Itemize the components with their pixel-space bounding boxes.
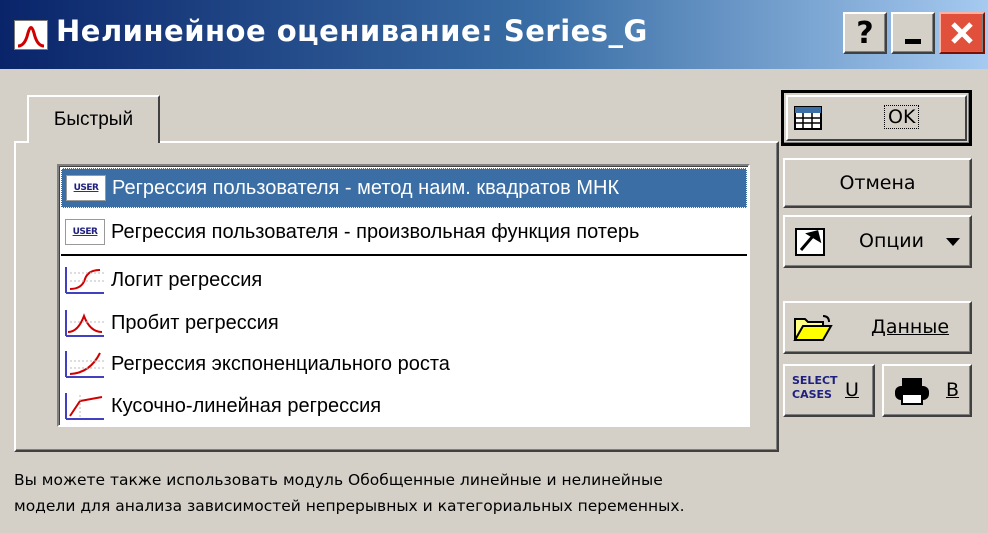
list-item-probit[interactable]: Пробит регрессия [61, 303, 747, 343]
select-cases-icon: SELECT CASES [792, 374, 838, 401]
footer-line-1: Вы можете также использовать модуль Обоб… [14, 471, 663, 489]
user-regression-icon: USER [64, 173, 108, 203]
close-icon [951, 22, 973, 44]
list-item-logit[interactable]: Логит регрессия [61, 260, 747, 300]
user-regression-icon: USER [63, 217, 107, 247]
options-button[interactable]: Опции [783, 215, 972, 268]
data-button[interactable]: Данные [783, 301, 972, 354]
open-folder-icon [793, 315, 833, 341]
close-button[interactable] [939, 12, 985, 54]
help-button[interactable]: ? [843, 12, 887, 54]
chevron-down-icon [946, 238, 960, 246]
logit-graph-icon [65, 267, 104, 294]
piecewise-graph-icon [65, 393, 104, 420]
footer-line-2: модели для анализа зависимостей непрерыв… [14, 497, 685, 515]
minimize-icon [905, 38, 921, 44]
list-item-user-loss[interactable]: USER Регрессия пользователя - произвольн… [61, 212, 747, 252]
list-item-label: Регрессия экспоненциального роста [111, 352, 450, 375]
exponential-graph-icon [65, 351, 104, 378]
minimize-button[interactable] [891, 12, 935, 54]
method-list[interactable]: USER Регрессия пользователя - метод наим… [57, 164, 750, 427]
cancel-button[interactable]: Отмена [783, 158, 972, 208]
print-button[interactable]: B [882, 364, 972, 417]
list-separator [61, 254, 747, 256]
ok-label: OK [884, 105, 920, 129]
table-icon [794, 106, 822, 130]
dialog-window: Нелинейное оценивание: Series_G ? Быстры… [0, 0, 988, 533]
list-item-label: Регрессия пользователя - произвольная фу… [111, 220, 640, 243]
list-item-label: Пробит регрессия [111, 311, 279, 334]
print-key: B [946, 379, 960, 401]
list-item-user-ols[interactable]: USER Регрессия пользователя - метод наим… [61, 168, 747, 208]
probit-graph-icon [65, 310, 104, 337]
printer-icon [895, 378, 929, 405]
select-cases-button[interactable]: SELECT CASES U [783, 364, 875, 417]
options-icon [795, 228, 825, 256]
list-item-label: Логит регрессия [111, 268, 263, 291]
options-label: Опции [859, 230, 925, 252]
app-icon [14, 20, 48, 50]
window-title: Нелинейное оценивание: Series_G [56, 14, 648, 48]
title-bar[interactable]: Нелинейное оценивание: Series_G ? [0, 0, 988, 69]
footer-note: Вы можете также использовать модуль Обоб… [14, 467, 974, 519]
list-item-piecewise[interactable]: Кусочно-линейная регрессия [61, 386, 747, 426]
list-item-label: Кусочно-линейная регрессия [111, 394, 382, 417]
list-item-label: Регрессия пользователя - метод наим. ква… [112, 176, 620, 199]
tab-quick[interactable]: Быстрый [27, 95, 160, 143]
data-label: Данные [871, 316, 950, 338]
select-cases-key: U [845, 379, 859, 401]
list-item-exponential[interactable]: Регрессия экспоненциального роста [61, 344, 747, 384]
ok-button[interactable]: OK [781, 90, 972, 146]
